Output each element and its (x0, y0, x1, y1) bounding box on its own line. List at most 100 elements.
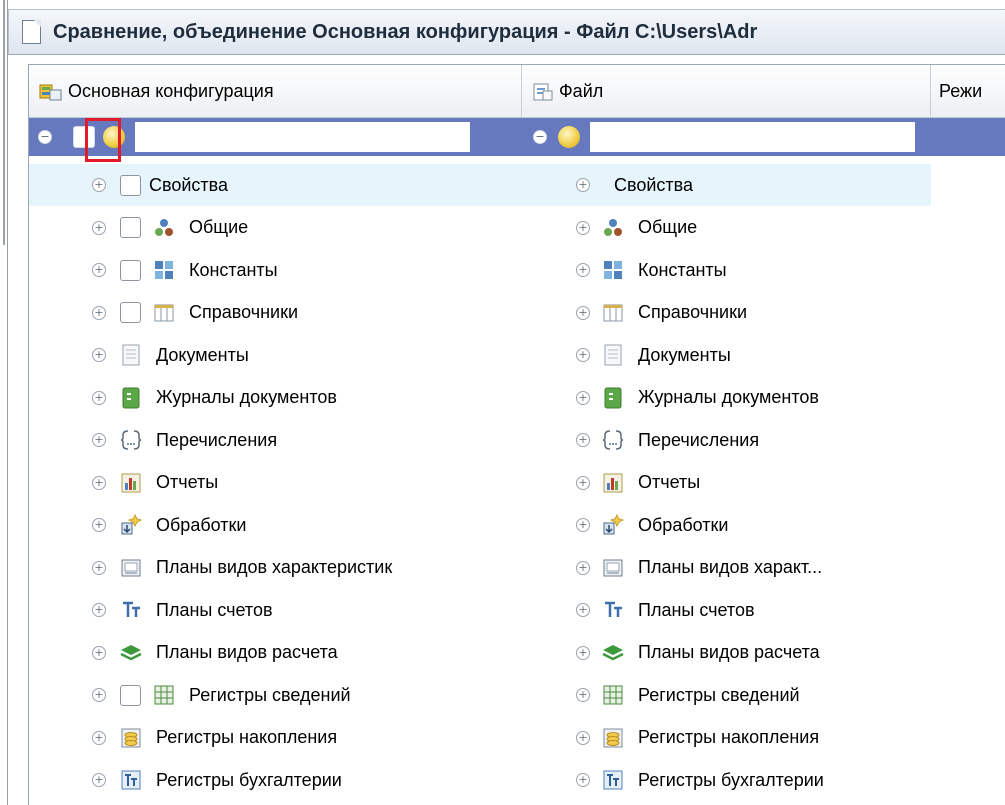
tree-row[interactable]: + Документы + Документы (29, 334, 1005, 377)
tree-row[interactable]: + Журналы документов + Журналы документо… (29, 377, 1005, 420)
expand-icon[interactable]: + (576, 773, 590, 787)
tree-row-right[interactable]: + Перечисления (522, 419, 931, 461)
expand-icon[interactable]: + (576, 688, 590, 702)
expand-icon[interactable]: + (576, 263, 590, 277)
expand-icon[interactable]: + (576, 178, 590, 192)
expand-icon[interactable]: + (92, 730, 106, 745)
tree-row[interactable]: + Перечисления + Перечисления (29, 419, 1005, 462)
expand-icon[interactable]: + (92, 178, 106, 192)
document-icon (22, 20, 41, 44)
tree-row-left[interactable]: + Планы видов расчета (29, 632, 522, 674)
tree-row-label: Документы (156, 344, 249, 365)
tree-row-left[interactable]: + Регистры бухгалтерии (29, 759, 522, 801)
expand-icon[interactable]: + (92, 773, 106, 787)
compare-merge-window: Сравнение, объединение Основная конфигур… (0, 0, 1005, 805)
tree-row-left[interactable]: + Свойства (29, 164, 522, 206)
tree-row-right[interactable]: + Планы видов расчета (522, 632, 931, 674)
tree-row-left[interactable]: + Регистры накопления (29, 717, 522, 759)
expand-icon[interactable]: + (92, 645, 106, 660)
tree-row-label: Регистры бухгалтерии (638, 769, 824, 790)
root-name-left (135, 122, 470, 152)
tree-row[interactable]: + Справочники + Справочники (29, 292, 1005, 335)
tree-row-left[interactable]: + Журналы документов (29, 377, 522, 419)
expand-icon[interactable]: + (576, 603, 590, 617)
expand-icon[interactable]: + (576, 730, 590, 745)
tree-row[interactable]: + Регистры сведений + Регистры сведений (29, 674, 1005, 717)
expand-icon[interactable]: + (576, 305, 590, 320)
expand-icon[interactable]: + (576, 645, 590, 660)
collapse-icon[interactable]: − (38, 130, 52, 144)
tree-row-right[interactable]: + Константы (522, 249, 931, 291)
expand-icon[interactable]: + (92, 688, 106, 702)
expand-icon[interactable]: + (92, 305, 106, 320)
documents-icon (602, 344, 624, 366)
expand-icon[interactable]: + (92, 390, 106, 405)
tree-row[interactable]: + Общие + Общие (29, 207, 1005, 250)
documents-icon (120, 344, 142, 366)
tree-row-left[interactable]: + Обработки (29, 504, 522, 546)
tree-row[interactable]: + Планы видов характеристик + Планы видо… (29, 547, 1005, 590)
tree-row-left[interactable]: + Планы счетов (29, 589, 522, 631)
tree-row-left[interactable]: + Планы видов характеристик (29, 547, 522, 589)
expand-icon[interactable]: + (92, 560, 106, 575)
expand-icon[interactable]: + (92, 263, 106, 277)
expand-icon[interactable]: + (92, 475, 106, 490)
catalogs-icon (153, 302, 175, 324)
common-objects-icon (602, 217, 624, 239)
merge-checkbox[interactable] (120, 684, 141, 706)
tree-row[interactable]: + Отчеты + Отчеты (29, 462, 1005, 505)
expand-icon[interactable]: + (576, 433, 590, 447)
tree-row-left[interactable]: + Константы (29, 249, 522, 291)
expand-icon[interactable]: + (92, 220, 106, 235)
tree-row-right[interactable]: + Обработки (522, 504, 931, 546)
tree-row-left[interactable]: + Перечисления (29, 419, 522, 461)
tree-row-left[interactable]: + Общие (29, 207, 522, 249)
expand-icon[interactable]: + (92, 348, 106, 362)
expand-icon[interactable]: + (576, 475, 590, 490)
expand-icon[interactable]: + (576, 390, 590, 405)
tree-rows: − − + Свойства + Свойства + Общие + Общи… (29, 118, 1005, 802)
expand-icon[interactable]: + (92, 603, 106, 617)
tree-row-label: Планы видов характеристик (156, 557, 393, 577)
tree-row-left[interactable]: + Справочники (29, 292, 522, 334)
expand-icon[interactable]: + (576, 560, 590, 575)
expand-icon[interactable]: + (576, 220, 590, 235)
tree-row-right[interactable]: + Планы счетов (522, 589, 931, 631)
tree-row[interactable]: + Регистры бухгалтерии + Регистры бухгал… (29, 759, 1005, 802)
expand-icon[interactable]: + (92, 433, 106, 447)
merge-checkbox[interactable] (120, 174, 141, 196)
column-header-main-config[interactable]: Основная конфигурация (29, 65, 522, 118)
tree-row[interactable]: + Обработки + Обработки (29, 504, 1005, 547)
tree-row[interactable]: + Свойства + Свойства (29, 164, 1005, 207)
tree-row-left[interactable]: + Документы (29, 334, 522, 376)
tree-row-left[interactable]: + Отчеты (29, 462, 522, 504)
tree-row-right[interactable]: + Справочники (522, 292, 931, 334)
tree-row-right[interactable]: + Регистры бухгалтерии (522, 759, 931, 801)
tree-row-right[interactable]: + Регистры сведений (522, 674, 931, 716)
merge-checkbox[interactable] (120, 259, 141, 281)
expand-icon[interactable]: + (576, 348, 590, 362)
column-header-mode[interactable]: Режи (931, 65, 1005, 118)
tree-row-right[interactable]: + Отчеты (522, 462, 931, 504)
tree-row-left[interactable]: + Регистры сведений (29, 674, 522, 716)
merge-checkbox[interactable] (120, 217, 141, 238)
tree-row-right[interactable]: + Свойства (522, 164, 931, 206)
root-right-cell[interactable]: − (522, 118, 1005, 156)
tree-row-right[interactable]: + Регистры накопления (522, 717, 931, 759)
tree-row-right[interactable]: + Журналы документов (522, 377, 931, 419)
expand-icon[interactable]: + (576, 518, 590, 532)
tree-row-right[interactable]: + Общие (522, 207, 931, 249)
tree-root-row[interactable]: − − (29, 118, 1005, 164)
tree-row-right[interactable]: + Документы (522, 334, 931, 376)
expand-icon[interactable]: + (92, 518, 106, 532)
tree-row[interactable]: + Планы видов расчета + Планы видов расч… (29, 632, 1005, 675)
collapse-icon[interactable]: − (533, 130, 547, 144)
tree-row[interactable]: + Константы + Константы (29, 249, 1005, 292)
merge-checkbox[interactable] (120, 302, 141, 323)
tree-row[interactable]: + Регистры накопления + Регистры накопле… (29, 717, 1005, 760)
tree-row-label: Регистры накопления (156, 727, 338, 747)
tree-row[interactable]: + Планы счетов + Планы счетов (29, 589, 1005, 632)
tree-row-label: Свойства (614, 174, 694, 195)
column-header-file[interactable]: Файл (522, 65, 931, 118)
tree-row-right[interactable]: + Планы видов характ... (522, 547, 931, 589)
